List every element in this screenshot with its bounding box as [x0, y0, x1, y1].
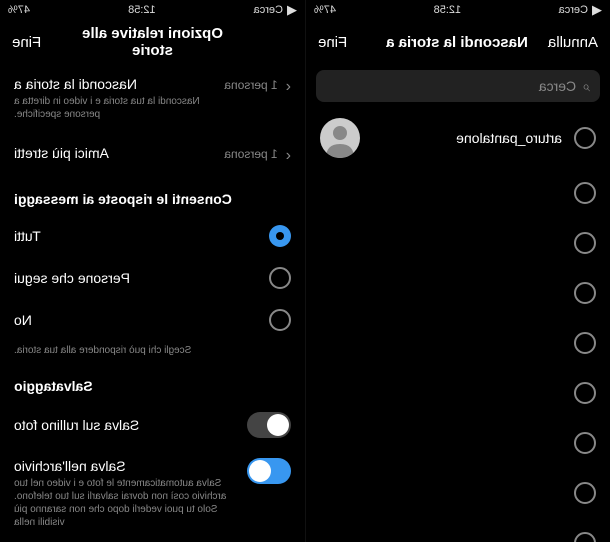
hide-story-sub: Nascondi la tua storia e i video in dire… — [14, 95, 216, 121]
list-item[interactable] — [306, 318, 610, 368]
radio-unchecked[interactable] — [269, 309, 291, 331]
hide-story-title: Nascondi la storia a — [14, 76, 216, 92]
radio-unchecked[interactable] — [269, 267, 291, 289]
list-item[interactable] — [306, 168, 610, 218]
radio-selected[interactable] — [269, 225, 291, 247]
save-archive-row[interactable]: Salva nell'archivio Salva automaticament… — [0, 448, 305, 539]
list-item[interactable] — [306, 468, 610, 518]
radio-unchecked[interactable] — [574, 127, 596, 149]
list-item[interactable] — [306, 518, 610, 542]
close-friends-title: Amici più stretti — [14, 145, 216, 161]
option-label: No — [14, 312, 32, 328]
radio-unchecked[interactable] — [574, 532, 596, 542]
list-item[interactable]: arturo_pantalone — [306, 108, 610, 168]
save-camera-roll-row[interactable]: Salva sul rullino foto — [0, 402, 305, 448]
radio-unchecked[interactable] — [574, 332, 596, 354]
option-label: Tutti — [14, 228, 41, 244]
reply-option-everyone[interactable]: Tutti — [0, 215, 305, 257]
status-battery: 47% — [314, 4, 336, 16]
cancel-button[interactable]: Annulla — [548, 34, 598, 51]
status-back-label[interactable]: Cerca — [559, 4, 588, 16]
status-time: 12:58 — [128, 4, 156, 16]
radio-unchecked[interactable] — [574, 382, 596, 404]
page-title: Opzioni relative alle storie — [60, 25, 245, 59]
status-time: 12:58 — [434, 4, 462, 16]
nav-bar: Opzioni relative alle storie Fine — [0, 20, 305, 64]
hide-story-row[interactable]: ‹ 1 persona Nascondi la storia a Nascond… — [0, 64, 305, 133]
hide-story-count: 1 persona — [224, 76, 277, 92]
save-archive-sub: Salva automaticamente le foto e i video … — [14, 477, 237, 529]
list-item[interactable] — [306, 268, 610, 318]
hide-story-panel: ◀ Cerca 12:58 47% Annulla Nascondi la st… — [305, 0, 610, 542]
status-bar: ◀ Cerca 12:58 47% — [0, 0, 305, 20]
avatar — [320, 118, 360, 158]
status-battery: 47% — [8, 4, 30, 16]
save-archive-title: Salva nell'archivio — [14, 458, 237, 474]
replies-header: Consenti le risposte ai messaggi — [0, 177, 305, 215]
radio-unchecked[interactable] — [574, 182, 596, 204]
replies-note: Scegli chi può rispondere alla tua stori… — [0, 341, 305, 364]
search-placeholder: Cerca — [539, 78, 576, 94]
save-header: Salvataggio — [0, 364, 305, 402]
list-item[interactable] — [306, 368, 610, 418]
radio-unchecked[interactable] — [574, 482, 596, 504]
back-icon[interactable]: ◀ — [287, 2, 297, 18]
search-input[interactable]: ⌕ Cerca — [316, 70, 600, 102]
contact-list[interactable]: arturo_pantalone — [306, 108, 610, 542]
contact-username: arturo_pantalone — [372, 130, 562, 146]
chevron-left-icon: ‹ — [286, 145, 291, 165]
done-button[interactable]: Fine — [318, 34, 366, 51]
radio-unchecked[interactable] — [574, 282, 596, 304]
radio-unchecked[interactable] — [574, 232, 596, 254]
done-button[interactable]: Fine — [12, 34, 60, 51]
search-icon: ⌕ — [582, 78, 590, 95]
story-options-panel: ◀ Cerca 12:58 47% Opzioni relative alle … — [0, 0, 305, 542]
radio-unchecked[interactable] — [574, 432, 596, 454]
chevron-left-icon: ‹ — [286, 76, 291, 96]
page-title: Nascondi la storia a — [366, 34, 548, 51]
save-archive-toggle[interactable] — [247, 458, 291, 484]
save-camera-roll-toggle[interactable] — [247, 412, 291, 438]
status-back-label[interactable]: Cerca — [254, 4, 283, 16]
nav-bar: Annulla Nascondi la storia a Fine — [306, 20, 610, 64]
list-item[interactable] — [306, 418, 610, 468]
options-content[interactable]: ‹ 1 persona Nascondi la storia a Nascond… — [0, 64, 305, 542]
close-friends-count: 1 persona — [224, 145, 277, 161]
list-item[interactable] — [306, 218, 610, 268]
option-label: Salva sul rullino foto — [14, 417, 139, 433]
status-bar: ◀ Cerca 12:58 47% — [306, 0, 610, 20]
back-icon[interactable]: ◀ — [592, 2, 602, 18]
close-friends-row[interactable]: ‹ 1 persona Amici più stretti — [0, 133, 305, 177]
reply-option-off[interactable]: No — [0, 299, 305, 341]
reply-option-following[interactable]: Persone che segui — [0, 257, 305, 299]
option-label: Persone che segui — [14, 270, 130, 286]
